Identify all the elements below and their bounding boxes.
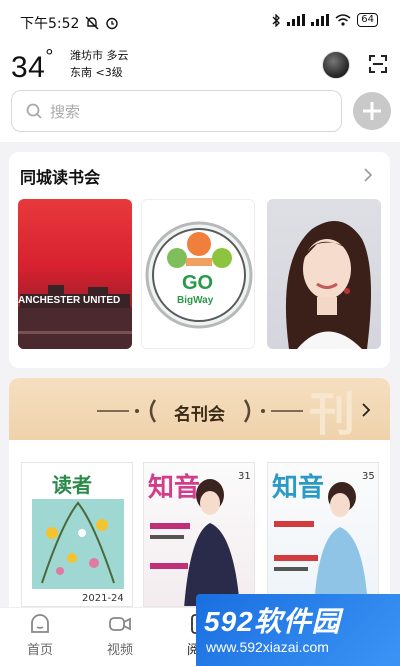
magazine-cover-duzhe[interactable]: 读者 2021-24 [21,462,133,607]
chevron-right-icon[interactable] [363,168,373,182]
weather-info: 潍坊市 多云 东南 <3级 [70,47,129,81]
watermark-url: www.592xiazai.com [206,639,329,655]
book-club-thumb-1[interactable]: ANCHESTER UNITED [18,199,132,349]
magazine-title: 名刊会 [174,405,225,425]
mute-bell-icon [85,16,99,30]
battery-level: 64 [357,13,378,27]
search-placeholder: 搜索 [50,102,81,121]
header: 34° 潍坊市 多云 东南 <3级 搜索 [0,42,400,142]
book-club-thumb-2[interactable]: GO BigWay [141,199,255,349]
city-weather: 潍坊市 多云 [70,49,129,62]
nav-video-label: 视频 [106,643,133,658]
clock: 下午5:52 [20,16,80,32]
thumb-1-caption: ANCHESTER UNITED [18,295,121,306]
avatar[interactable] [322,51,350,79]
bluetooth-icon [272,13,281,27]
watermark-brand: 592软件园 [204,606,341,637]
watermark: 592软件园 www.592xiazai.com [196,594,400,666]
status-right: 64 [272,13,378,27]
temperature: 34° [11,46,54,85]
search-icon [26,103,42,119]
scan-icon[interactable] [368,54,388,74]
nav-video[interactable]: 视频 [90,612,150,658]
cover-art [32,499,124,589]
status-bar: 下午5:52 64 [0,0,400,42]
cover-model [150,479,240,606]
cover-model [274,482,368,606]
degree-symbol: ° [45,46,54,68]
signal-2-icon [311,14,330,26]
video-icon [109,617,131,631]
book-club-card: 同城读书会 ANCHESTER UNITED GO BigWay [9,152,390,368]
book-club-thumb-3[interactable] [267,199,381,349]
magazine-issue: 2021-24 [82,593,124,604]
wind-info: 东南 <3级 [70,66,123,79]
home-icon [31,614,49,633]
thumb-2-sub: BigWay [177,295,214,306]
add-button[interactable] [353,92,391,130]
magazine-card: 刊 名刊会 读者 2021-24 知音 31 知音 35 [9,378,390,618]
portrait-photo [285,221,371,349]
signal-icon [287,14,306,26]
magazine-cover-zhiyin-1[interactable]: 知音 31 [143,462,255,607]
status-left: 下午5:52 [20,13,119,33]
chevron-right-icon[interactable] [361,403,371,417]
wifi-icon [335,14,351,26]
magazine-cover-zhiyin-2[interactable]: 知音 35 [267,462,379,607]
temperature-value: 34 [11,51,46,84]
alarm-icon [106,17,119,30]
book-club-title: 同城读书会 [20,168,101,187]
stadium-silhouette [18,285,132,349]
search-bar[interactable]: 搜索 [11,90,342,132]
nav-home-label: 首页 [26,643,53,658]
nav-home[interactable]: 首页 [10,612,70,658]
thumb-2-go: GO [182,272,214,294]
